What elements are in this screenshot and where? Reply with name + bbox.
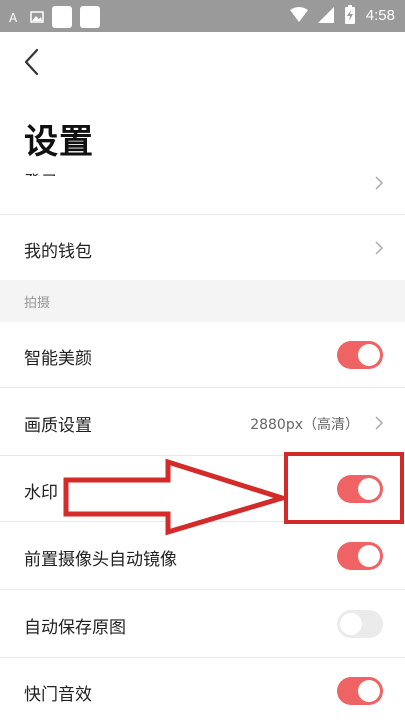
mirror-toggle[interactable]	[337, 542, 383, 570]
row-label: 登录	[24, 168, 58, 176]
notification-square-icon	[80, 6, 100, 28]
row-label: 水印	[24, 483, 58, 503]
wifi-icon	[289, 7, 308, 22]
back-arrow-icon[interactable]	[20, 46, 44, 78]
toggle-knob	[358, 344, 380, 366]
svg-text:A: A	[9, 11, 18, 24]
beauty-toggle[interactable]	[337, 341, 383, 369]
annotation-highlight-box	[284, 452, 404, 524]
section-label: 拍摄	[24, 296, 51, 311]
row-label: 自动保存原图	[24, 618, 126, 638]
settings-row-beauty[interactable]: 智能美颜	[0, 322, 405, 388]
page-title: 设置	[24, 122, 94, 162]
save-original-toggle[interactable]	[337, 610, 383, 638]
section-header-shoot: 拍摄	[0, 280, 405, 322]
image-icon	[30, 11, 44, 23]
status-time: 4:58	[365, 6, 395, 24]
toggle-knob	[358, 680, 380, 702]
status-left-icons: A	[8, 6, 100, 28]
status-bar: A 4:58	[0, 0, 405, 32]
chevron-right-icon	[375, 416, 383, 430]
row-label: 我的钱包	[24, 242, 92, 262]
annotation-arrow-icon	[63, 458, 288, 536]
toggle-knob	[358, 545, 380, 567]
signal-icon	[317, 7, 334, 23]
chevron-right-icon	[375, 241, 383, 255]
shutter-sound-toggle[interactable]	[337, 677, 383, 705]
notification-a-icon: A	[9, 11, 18, 24]
settings-row-save-original[interactable]: 自动保存原图	[0, 590, 405, 658]
battery-charging-icon	[344, 5, 355, 24]
row-label: 快门音效	[24, 685, 92, 705]
toggle-knob	[340, 613, 362, 635]
quality-value: 2880px（高清）	[250, 417, 359, 433]
notification-square-icon	[52, 6, 72, 28]
status-right-icons: 4:58	[289, 5, 395, 25]
settings-row-wallet[interactable]: 我的钱包	[0, 215, 405, 280]
row-label: 画质设置	[24, 416, 92, 436]
chevron-right-icon	[375, 176, 383, 190]
settings-row-login[interactable]: 登录	[0, 160, 405, 215]
settings-row-shutter-sound[interactable]: 快门音效	[0, 658, 405, 720]
row-label: 智能美颜	[24, 349, 92, 369]
settings-row-quality[interactable]: 画质设置 2880px（高清）	[0, 388, 405, 456]
row-label: 前置摄像头自动镜像	[24, 550, 177, 570]
